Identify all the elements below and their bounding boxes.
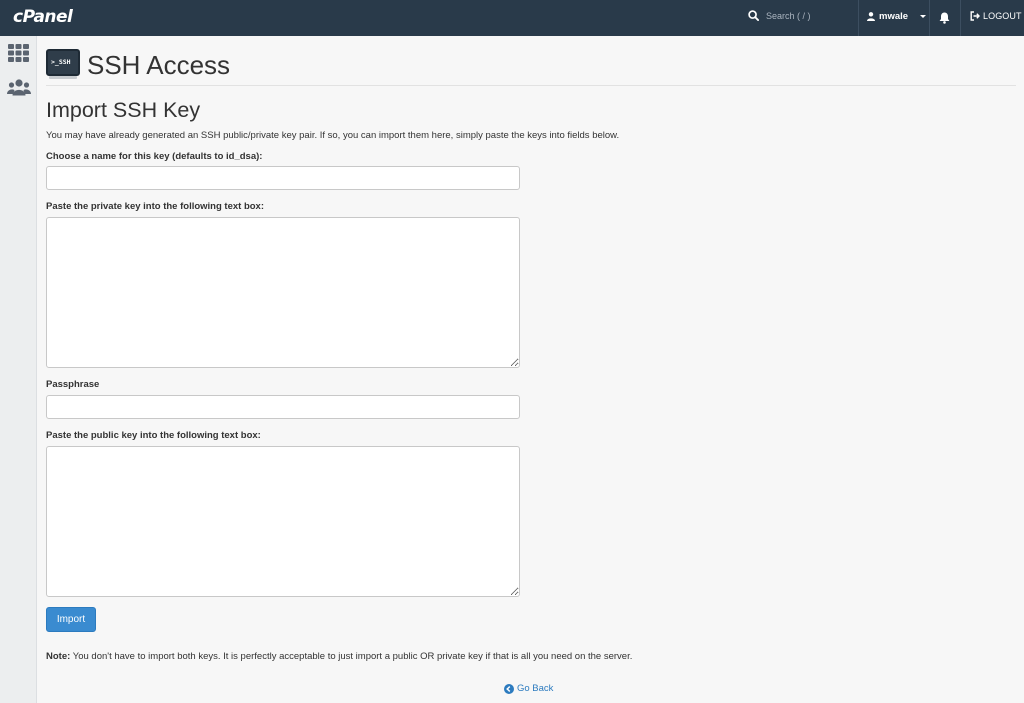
page-header: >_SSH SSH Access <box>46 49 1016 86</box>
user-menu[interactable]: mwale <box>867 11 927 22</box>
key-name-label: Choose a name for this key (defaults to … <box>46 151 263 162</box>
search-box[interactable] <box>748 10 856 21</box>
private-key-textarea[interactable] <box>46 217 520 368</box>
search-icon <box>748 10 759 21</box>
arrow-circle-left-icon <box>504 683 514 694</box>
notifications-bell-icon[interactable] <box>939 11 950 29</box>
note-prefix: Note: <box>46 651 71 662</box>
passphrase-label: Passphrase <box>46 379 100 390</box>
user-icon <box>867 12 875 21</box>
go-back-link[interactable]: Go Back <box>504 683 553 694</box>
logout-icon <box>970 11 980 21</box>
passphrase-input[interactable] <box>46 395 520 419</box>
page-title: SSH Access <box>87 50 231 80</box>
divider <box>929 0 930 36</box>
intro-text: You may have already generated an SSH pu… <box>46 130 620 141</box>
apps-grid-icon[interactable] <box>8 44 29 67</box>
import-button[interactable]: Import <box>46 607 96 632</box>
divider <box>858 0 859 36</box>
note-text: Note: You don't have to import both keys… <box>46 651 632 662</box>
ssh-terminal-icon: >_SSH <box>46 49 80 76</box>
username: mwale <box>879 11 909 22</box>
logout-label: LOGOUT <box>983 11 1022 21</box>
ssh-icon-text: >_SSH <box>51 58 71 66</box>
cpanel-logo[interactable]: cPanel <box>13 7 73 27</box>
ssh-icon-stand <box>49 76 77 79</box>
public-key-textarea[interactable] <box>46 446 520 597</box>
top-navbar: cPanel mwale LOGOUT <box>0 0 1024 36</box>
go-back-label: Go Back <box>517 683 554 694</box>
note-body: You don't have to import both keys. It i… <box>70 651 633 662</box>
logout-button[interactable]: LOGOUT <box>970 11 1022 21</box>
sidebar <box>0 36 37 703</box>
chevron-down-icon <box>920 15 927 18</box>
key-name-input[interactable] <box>46 166 520 190</box>
section-title: Import SSH Key <box>46 98 201 122</box>
divider <box>960 0 961 36</box>
public-key-label: Paste the public key into the following … <box>46 430 261 441</box>
private-key-label: Paste the private key into the following… <box>46 201 265 212</box>
users-icon[interactable] <box>7 79 31 101</box>
search-input[interactable] <box>766 10 856 21</box>
